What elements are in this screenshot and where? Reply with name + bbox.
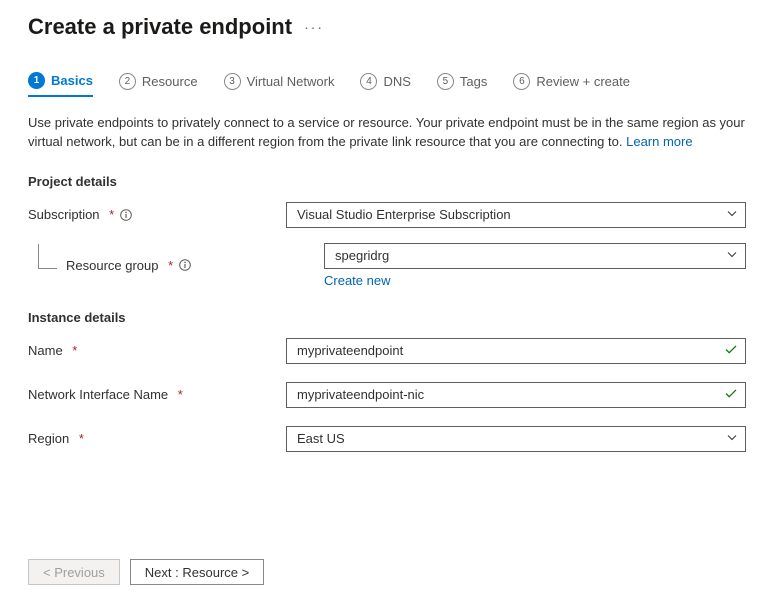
tab-label: Basics	[51, 73, 93, 88]
info-icon[interactable]	[179, 259, 191, 271]
previous-button: < Previous	[28, 559, 120, 585]
tab-label: Review + create	[536, 74, 630, 89]
tab-label: Virtual Network	[247, 74, 335, 89]
page-title: Create a private endpoint	[28, 14, 292, 40]
info-icon[interactable]	[120, 209, 132, 221]
tab-virtual-network[interactable]: 3 Virtual Network	[224, 73, 335, 96]
tree-elbow-icon	[38, 244, 57, 269]
step-number-icon: 6	[513, 73, 530, 90]
tab-label: Tags	[460, 74, 487, 89]
label-region: Region *	[28, 431, 286, 446]
tab-review-create[interactable]: 6 Review + create	[513, 73, 630, 96]
label-subscription: Subscription *	[28, 207, 286, 222]
subscription-select[interactable]	[286, 202, 746, 228]
create-new-link[interactable]: Create new	[324, 273, 390, 288]
name-input[interactable]	[286, 338, 746, 364]
tab-basics[interactable]: 1 Basics	[28, 72, 93, 97]
tab-resource[interactable]: 2 Resource	[119, 73, 198, 96]
section-project-details: Project details	[28, 174, 746, 189]
step-number-icon: 4	[360, 73, 377, 90]
step-number-icon: 1	[28, 72, 45, 89]
step-number-icon: 2	[119, 73, 136, 90]
next-button[interactable]: Next : Resource >	[130, 559, 264, 585]
label-name: Name *	[28, 343, 286, 358]
label-nic-name: Network Interface Name *	[28, 387, 286, 402]
region-select[interactable]	[286, 426, 746, 452]
resource-group-select[interactable]	[324, 243, 746, 269]
learn-more-link[interactable]: Learn more	[626, 134, 692, 149]
tab-label: Resource	[142, 74, 198, 89]
tab-label: DNS	[383, 74, 410, 89]
label-resource-group: Resource group *	[28, 258, 324, 273]
tab-dns[interactable]: 4 DNS	[360, 73, 410, 96]
description-text: Use private endpoints to privately conne…	[28, 114, 746, 152]
step-number-icon: 5	[437, 73, 454, 90]
more-actions-icon[interactable]: ···	[304, 19, 324, 35]
step-number-icon: 3	[224, 73, 241, 90]
wizard-tabs: 1 Basics 2 Resource 3 Virtual Network 4 …	[28, 72, 746, 98]
section-instance-details: Instance details	[28, 310, 746, 325]
nic-name-input[interactable]	[286, 382, 746, 408]
tab-tags[interactable]: 5 Tags	[437, 73, 487, 96]
